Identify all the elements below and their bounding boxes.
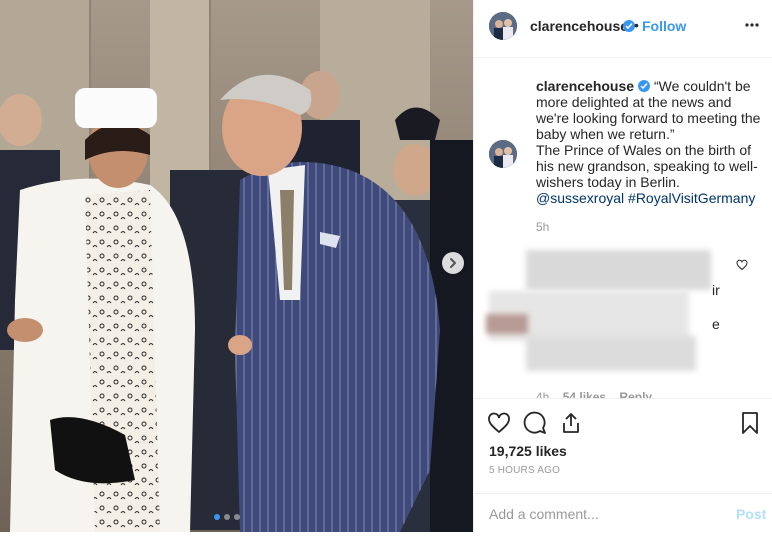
verified-icon xyxy=(638,80,651,92)
post-actions: 19,725 likes 5 HOURS AGO Post xyxy=(474,398,772,539)
caption-username[interactable]: clarencehouse xyxy=(536,78,634,94)
comment-list: ir e 4h 54 likes Reply xyxy=(474,236,772,398)
next-slide-button[interactable] xyxy=(442,252,464,274)
comment-likes[interactable]: 54 likes xyxy=(563,390,606,398)
blurred-comment-text xyxy=(526,336,696,371)
caption-avatar[interactable] xyxy=(489,140,517,168)
reply-button[interactable]: Reply xyxy=(619,390,652,398)
blurred-avatar xyxy=(486,314,528,334)
blurred-comment-text xyxy=(526,250,711,290)
comment-icon[interactable] xyxy=(523,411,547,435)
carousel-dots xyxy=(214,514,240,520)
comment-input[interactable] xyxy=(489,504,709,524)
comment-meta: 4h 54 likes Reply xyxy=(536,390,652,398)
caption-body: The Prince of Wales on the birth of his … xyxy=(536,142,758,190)
username-link[interactable]: clarencehouse xyxy=(530,18,628,34)
carousel-dot xyxy=(234,514,240,520)
caption-body-block: The Prince of Wales on the birth of his … xyxy=(536,142,764,206)
post-timestamp[interactable]: 5 HOURS AGO xyxy=(489,465,560,476)
more-icon[interactable] xyxy=(744,17,760,33)
post-comment-button[interactable]: Post xyxy=(736,506,766,522)
mention-link[interactable]: @sussexroyal xyxy=(536,190,624,206)
heart-icon[interactable] xyxy=(736,259,748,271)
avatar-image xyxy=(489,140,517,168)
avatar[interactable] xyxy=(489,12,517,40)
header-separator: • xyxy=(634,17,639,33)
hashtag-link[interactable]: #RoyalVisitGermany xyxy=(628,190,755,206)
post-photo[interactable] xyxy=(0,0,473,532)
heart-icon[interactable] xyxy=(487,411,511,435)
photo-image xyxy=(0,0,473,532)
follow-button[interactable]: Follow xyxy=(642,18,686,34)
share-icon[interactable] xyxy=(559,411,583,435)
avatar-image xyxy=(489,12,517,40)
caption-timestamp: 5h xyxy=(536,220,550,234)
comment-fragment: e xyxy=(712,316,720,332)
add-comment-bar: Post xyxy=(474,493,772,534)
post-caption: clarencehouse “We couldn't be more delig… xyxy=(536,78,764,206)
post-header: clarencehouse • Follow xyxy=(474,0,772,58)
post-side-panel: clarencehouse • Follow clarencehouse “We… xyxy=(473,0,772,532)
comment-age: 4h xyxy=(536,390,550,398)
likes-count[interactable]: 19,725 likes xyxy=(489,443,567,459)
bookmark-icon[interactable] xyxy=(738,411,762,435)
chevron-right-icon xyxy=(450,258,456,268)
comment-fragment: ir xyxy=(712,282,720,298)
carousel-dot xyxy=(214,514,220,520)
carousel-dot xyxy=(224,514,230,520)
